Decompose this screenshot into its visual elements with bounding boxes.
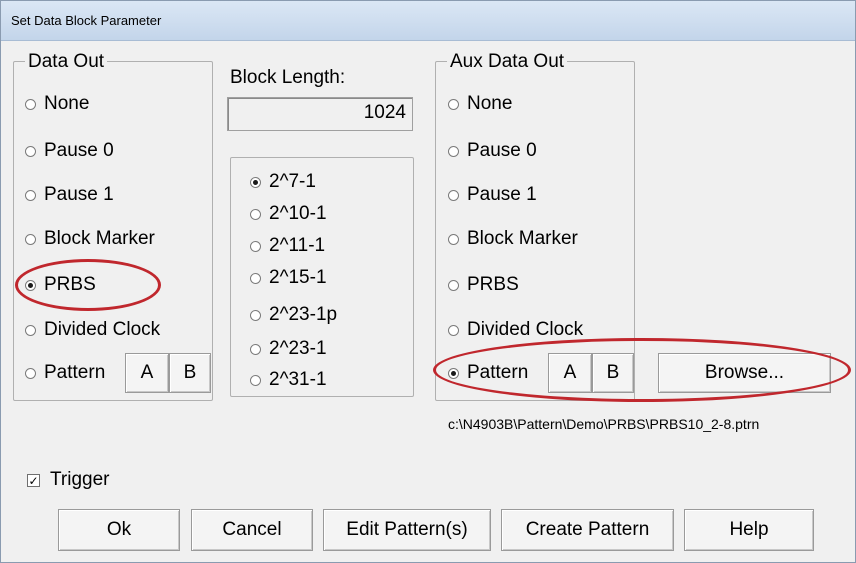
radio-icon	[448, 233, 459, 245]
radio-label: Pause 1	[467, 184, 537, 205]
radio-label: 2^15-1	[269, 267, 327, 288]
data-out-pause1-radio[interactable]: Pause 1	[25, 184, 114, 206]
aux-pause1-radio[interactable]: Pause 1	[448, 184, 537, 206]
aux-divided-clock-radio[interactable]: Divided Clock	[448, 319, 583, 341]
prbs-2-10-1-radio[interactable]: 2^10-1	[250, 203, 327, 225]
radio-icon	[448, 145, 459, 157]
radio-label: Pause 0	[467, 140, 537, 161]
radio-label: PRBS	[44, 274, 96, 295]
aux-pause0-radio[interactable]: Pause 0	[448, 140, 537, 162]
data-out-none-radio[interactable]: None	[25, 93, 89, 115]
radio-label: 2^31-1	[269, 369, 327, 390]
trigger-checkbox[interactable]: ✓ Trigger	[27, 469, 109, 491]
radio-label: Block Marker	[44, 228, 155, 249]
radio-label: Pattern	[44, 362, 106, 383]
radio-icon	[25, 98, 36, 110]
radio-label: 2^7-1	[269, 171, 316, 192]
radio-label: Pause 0	[44, 140, 114, 161]
prbs-2-11-1-radio[interactable]: 2^11-1	[250, 235, 325, 257]
radio-icon	[250, 374, 261, 386]
aux-pattern-a-button[interactable]: A	[548, 353, 592, 393]
radio-icon	[25, 324, 36, 336]
radio-label: Pattern	[467, 362, 529, 383]
checkbox-check-icon: ✓	[27, 473, 40, 488]
radio-icon	[448, 98, 459, 110]
trigger-label: Trigger	[50, 469, 110, 490]
radio-icon	[448, 189, 459, 201]
radio-label: 2^10-1	[269, 203, 327, 224]
radio-icon	[448, 324, 459, 336]
prbs-2-7-1-radio[interactable]: 2^7-1	[250, 171, 316, 193]
create-pattern-button[interactable]: Create Pattern	[501, 509, 674, 551]
data-out-block-marker-radio[interactable]: Block Marker	[25, 228, 155, 250]
data-out-pattern-b-button[interactable]: B	[169, 353, 211, 393]
data-out-divided-clock-radio[interactable]: Divided Clock	[25, 319, 160, 341]
aux-prbs-radio[interactable]: PRBS	[448, 274, 519, 296]
radio-icon	[250, 272, 261, 284]
title-bar[interactable]: Set Data Block Parameter	[1, 1, 855, 41]
aux-data-out-label: Aux Data Out	[447, 51, 568, 73]
radio-icon	[250, 176, 261, 188]
radio-icon	[250, 208, 261, 220]
radio-label: PRBS	[467, 274, 519, 295]
aux-none-radio[interactable]: None	[448, 93, 512, 115]
aux-block-marker-radio[interactable]: Block Marker	[448, 228, 578, 250]
aux-pattern-radio[interactable]: Pattern	[448, 362, 528, 384]
radio-icon	[250, 309, 261, 321]
data-out-pattern-radio[interactable]: Pattern	[25, 362, 105, 384]
prbs-2-23-1p-radio[interactable]: 2^23-1p	[250, 304, 337, 326]
radio-label: Divided Clock	[44, 319, 161, 340]
radio-label: Divided Clock	[467, 319, 584, 340]
radio-label: 2^23-1	[269, 338, 327, 359]
radio-label: Block Marker	[467, 228, 578, 249]
radio-icon	[25, 189, 36, 201]
data-out-pattern-a-button[interactable]: A	[125, 353, 169, 393]
radio-label: None	[44, 93, 90, 114]
radio-icon	[250, 240, 261, 252]
block-length-label: Block Length:	[230, 67, 346, 88]
radio-icon	[25, 279, 36, 291]
radio-icon	[250, 343, 261, 355]
radio-label: Pause 1	[44, 184, 114, 205]
help-button[interactable]: Help	[684, 509, 814, 551]
radio-label: None	[467, 93, 513, 114]
cancel-button[interactable]: Cancel	[191, 509, 313, 551]
block-length-field[interactable]: 1024	[227, 97, 413, 131]
data-out-pause0-radio[interactable]: Pause 0	[25, 140, 114, 162]
radio-label: 2^23-1p	[269, 304, 338, 325]
data-out-prbs-radio[interactable]: PRBS	[25, 274, 96, 296]
prbs-2-15-1-radio[interactable]: 2^15-1	[250, 267, 327, 289]
edit-patterns-button[interactable]: Edit Pattern(s)	[323, 509, 491, 551]
data-out-label: Data Out	[25, 51, 108, 73]
aux-pattern-b-button[interactable]: B	[592, 353, 634, 393]
radio-label: 2^11-1	[269, 235, 326, 256]
dialog-window: Set Data Block Parameter Data Out None P…	[0, 0, 856, 563]
prbs-2-31-1-radio[interactable]: 2^31-1	[250, 369, 327, 391]
pattern-file-path: c:\N4903B\Pattern\Demo\PRBS\PRBS10_2-8.p…	[448, 416, 760, 432]
radio-icon	[25, 367, 36, 379]
radio-icon	[25, 145, 36, 157]
radio-icon	[448, 367, 459, 379]
prbs-2-23-1-radio[interactable]: 2^23-1	[250, 338, 327, 360]
window-title: Set Data Block Parameter	[11, 13, 162, 28]
radio-icon	[448, 279, 459, 291]
ok-button[interactable]: Ok	[58, 509, 180, 551]
radio-icon	[25, 233, 36, 245]
browse-button[interactable]: Browse...	[658, 353, 831, 393]
